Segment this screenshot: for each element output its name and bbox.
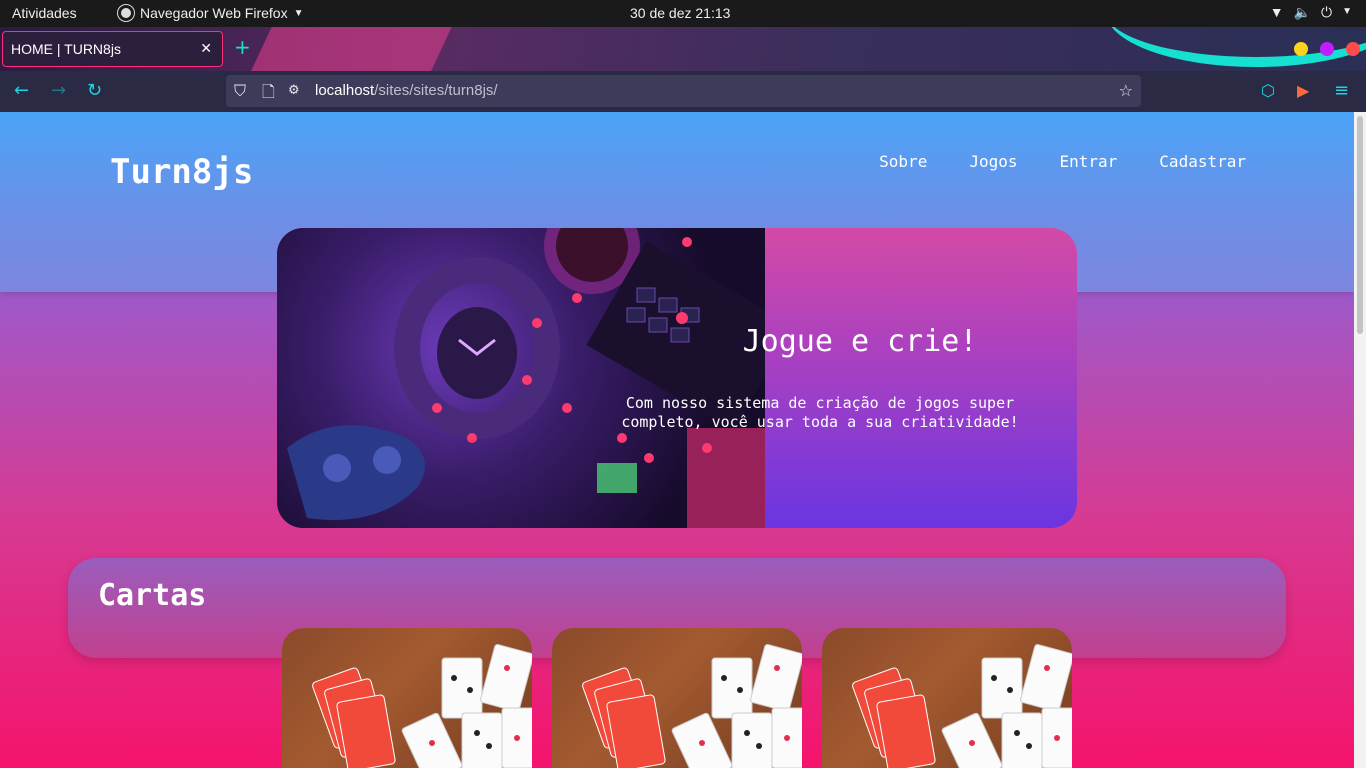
activities-button[interactable]: Atividades — [12, 5, 77, 21]
playing-cards-image — [312, 644, 532, 768]
site-logo[interactable]: Turn8js — [110, 152, 253, 192]
navigation-toolbar: ← → ↻ ⛉ 🗋 ⚙ localhost/sites/sites/turn8j… — [0, 71, 1366, 112]
hero-banner: Jogue e crie! Com nosso sistema de criaç… — [277, 228, 1077, 528]
permissions-icon[interactable]: ⚙ — [288, 83, 300, 98]
shield-icon[interactable]: ⛉ — [234, 81, 246, 101]
section-title: Cartas — [98, 578, 207, 613]
address-bar[interactable]: ⛉ 🗋 ⚙ localhost/sites/sites/turn8js/ ☆ — [226, 75, 1141, 107]
hero-image — [277, 228, 794, 528]
close-icon[interactable]: ✕ — [200, 40, 212, 57]
tab-home[interactable]: HOME | TURN8js ✕ — [2, 31, 223, 67]
tab-title: HOME | TURN8js — [11, 41, 121, 57]
page-icon: 🗋 — [262, 82, 275, 101]
maximize-button[interactable] — [1320, 42, 1334, 56]
scrollbar-thumb[interactable] — [1357, 116, 1363, 334]
nav-jogos[interactable]: Jogos — [969, 152, 1017, 171]
playing-cards-image — [582, 644, 802, 768]
theme-decoration — [234, 27, 466, 71]
forward-button[interactable]: → — [51, 80, 66, 102]
new-tab-button[interactable]: + — [234, 37, 251, 57]
volume-icon: 🔈 — [1293, 4, 1312, 20]
app-menu-label: Navegador Web Firefox — [140, 5, 288, 21]
back-button[interactable]: ← — [14, 80, 29, 102]
app-menu[interactable]: Navegador Web Firefox ▼ — [118, 5, 304, 21]
close-window-button[interactable] — [1346, 42, 1360, 56]
chevron-down-icon: ▼ — [293, 7, 304, 19]
hero-description: Com nosso sistema de criação de jogos su… — [621, 394, 1019, 431]
chevron-down-icon: ▼ — [1342, 6, 1352, 17]
firefox-icon — [118, 5, 134, 21]
hero-title: Jogue e crie! — [742, 324, 978, 359]
system-top-bar: Atividades Navegador Web Firefox ▼ 30 de… — [0, 0, 1366, 27]
extension-icon[interactable]: ▶ — [1297, 80, 1309, 102]
page-viewport: Turn8js Sobre Jogos Entrar Cadastrar Jog… — [0, 112, 1354, 768]
nav-entrar[interactable]: Entrar — [1060, 152, 1118, 171]
wifi-icon: ▼ — [1269, 4, 1284, 20]
playing-cards-image — [852, 644, 1072, 768]
system-tray[interactable]: ▼ 🔈 ⏻ ▼ — [1270, 4, 1352, 21]
card-item[interactable] — [822, 628, 1072, 768]
minimize-button[interactable] — [1294, 42, 1308, 56]
power-icon: ⏻ — [1321, 4, 1333, 20]
bookmark-star-icon[interactable]: ☆ — [1119, 81, 1133, 100]
nav-cadastrar[interactable]: Cadastrar — [1159, 152, 1246, 171]
page-scrollbar[interactable] — [1354, 112, 1366, 768]
url-text[interactable]: localhost/sites/sites/turn8js/ — [315, 82, 498, 99]
nav-sobre[interactable]: Sobre — [879, 152, 927, 171]
pocket-icon[interactable]: ⬡ — [1261, 80, 1275, 102]
card-item[interactable] — [552, 628, 802, 768]
site-nav: Sobre Jogos Entrar Cadastrar — [879, 152, 1246, 171]
card-item[interactable] — [282, 628, 532, 768]
reload-button[interactable]: ↻ — [87, 80, 102, 102]
tab-strip: HOME | TURN8js ✕ + — [0, 27, 1366, 71]
menu-icon[interactable]: ≡ — [1334, 80, 1349, 102]
window-controls — [1294, 42, 1360, 56]
clock[interactable]: 30 de dez 21:13 — [630, 5, 730, 21]
